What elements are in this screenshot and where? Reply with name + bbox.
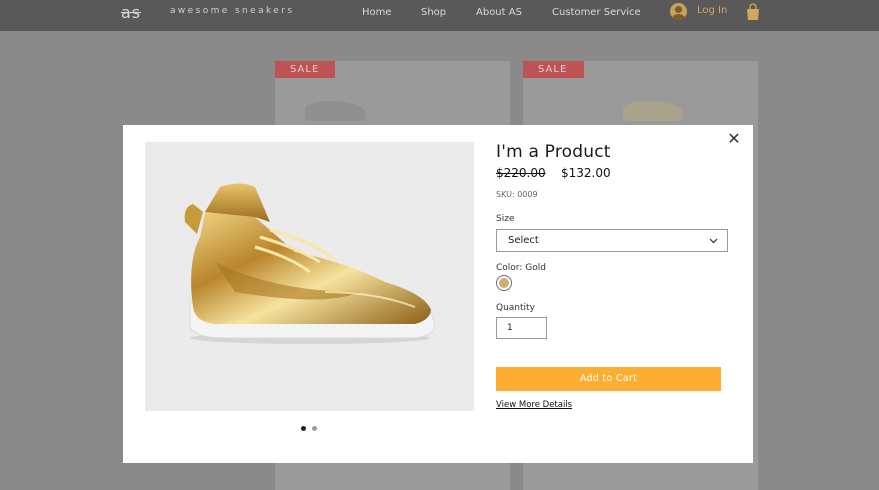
- size-select-value: Select: [508, 235, 539, 246]
- quick-view-modal: ✕ I'm a Product $220.00 $132.00 SKU: 000…: [123, 125, 753, 463]
- gallery-dot-active[interactable]: [301, 426, 306, 431]
- nav-customer-service[interactable]: Customer Service: [552, 7, 641, 18]
- color-swatch-gold[interactable]: [496, 275, 512, 291]
- product-title: I'm a Product: [496, 142, 611, 162]
- product-thumbnail: [305, 101, 365, 121]
- shopping-bag-icon[interactable]: [744, 3, 762, 21]
- gold-sneaker-image: [184, 183, 436, 344]
- original-price: $220.00: [496, 166, 546, 180]
- site-logo[interactable]: as: [121, 3, 141, 22]
- quantity-input[interactable]: 1: [496, 317, 547, 339]
- nav-home[interactable]: Home: [362, 7, 392, 18]
- add-to-cart-button[interactable]: Add to Cart: [496, 367, 721, 391]
- nav-about[interactable]: About AS: [476, 7, 522, 18]
- color-label: Color: Gold: [496, 263, 546, 273]
- site-header: as awesome sneakers Home Shop About AS C…: [0, 0, 879, 31]
- sale-badge: SALE: [275, 61, 335, 78]
- close-icon[interactable]: ✕: [727, 131, 741, 147]
- chevron-down-icon: [709, 238, 718, 244]
- user-avatar-icon[interactable]: [670, 3, 687, 20]
- quantity-label: Quantity: [496, 303, 535, 313]
- quantity-value: 1: [507, 323, 513, 333]
- view-more-details-link[interactable]: View More Details: [496, 400, 572, 410]
- brand-name: awesome sneakers: [170, 6, 295, 16]
- size-label: Size: [496, 214, 515, 224]
- size-select[interactable]: Select: [496, 229, 728, 252]
- color-swatch-fill: [499, 278, 509, 288]
- login-link[interactable]: Log In: [697, 5, 727, 16]
- sale-price: $132.00: [561, 166, 611, 180]
- nav-shop[interactable]: Shop: [421, 7, 446, 18]
- sale-badge: SALE: [523, 61, 584, 78]
- product-sku: SKU: 0009: [496, 190, 538, 199]
- product-image[interactable]: [145, 142, 474, 411]
- product-thumbnail: [623, 101, 683, 121]
- gallery-dot[interactable]: [312, 426, 317, 431]
